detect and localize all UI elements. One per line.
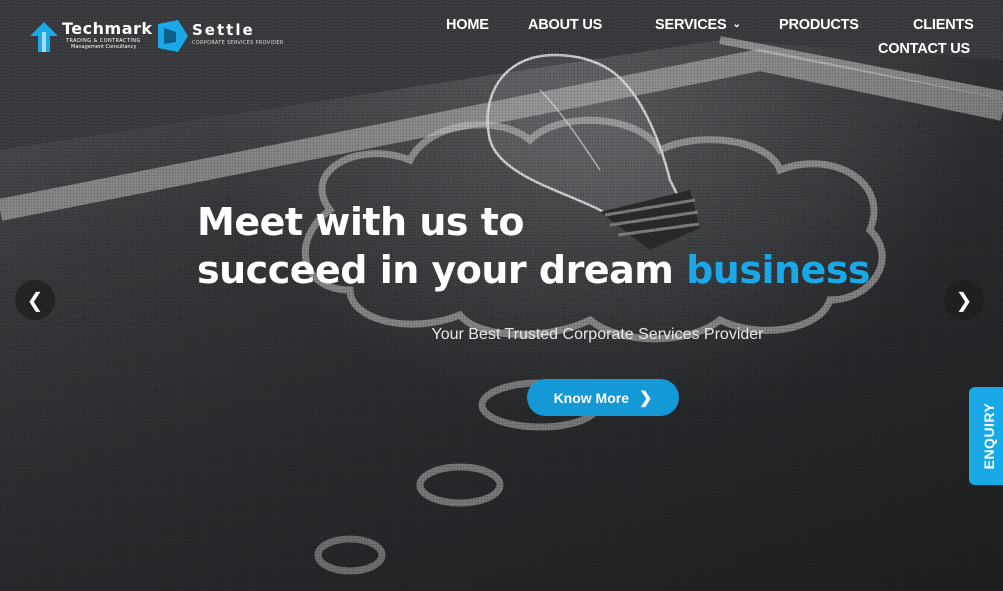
slider-prev-button[interactable]: ❮ [15,280,55,320]
enquiry-tab[interactable]: ENQUIRY [969,387,1003,485]
slider-next-button[interactable]: ❯ [944,280,984,320]
headline-line-2: succeed in your dream business [197,246,871,294]
brand-secondary-name: Settle [192,21,255,39]
brand-secondary-tagline: CORPORATE SERVICES PROVIDER [192,40,284,46]
techmark-logo-icon [30,22,58,52]
brand-logo[interactable]: Techmark TRADING & CONTRACTING Managemen… [30,18,300,58]
nav-about-us[interactable]: ABOUT US [528,17,602,33]
chevron-left-icon: ❮ [26,288,44,312]
hero-tagline: Your Best Trusted Corporate Services Pro… [431,326,764,343]
nav-services-label: SERVICES [655,17,727,33]
chevron-down-icon: ⌄ [732,19,741,30]
chevron-right-icon: ❯ [639,389,653,407]
hero-headline: Meet with us to succeed in your dream bu… [197,198,871,294]
nav-home[interactable]: HOME [446,17,489,33]
chevron-right-icon: ❯ [955,288,973,312]
nav-products[interactable]: PRODUCTS [779,17,859,33]
settle-logo-icon [158,20,188,52]
hero-slider [0,0,1003,591]
enquiry-label: ENQUIRY [981,402,997,470]
brand-primary-subtitle: Management Consultancy [71,44,137,50]
nav-contact-us[interactable]: CONTACT US [878,41,970,57]
headline-highlight: business [686,248,871,292]
nav-services[interactable]: SERVICES ⌄ [655,17,741,33]
headline-line-2-text: succeed in your dream [197,248,687,292]
nav-clients[interactable]: CLIENTS [913,17,974,33]
brand-primary-name: Techmark [62,19,153,38]
headline-line-1: Meet with us to [197,200,525,244]
know-more-label: Know More [553,389,630,406]
know-more-button[interactable]: Know More ❯ [527,379,679,416]
